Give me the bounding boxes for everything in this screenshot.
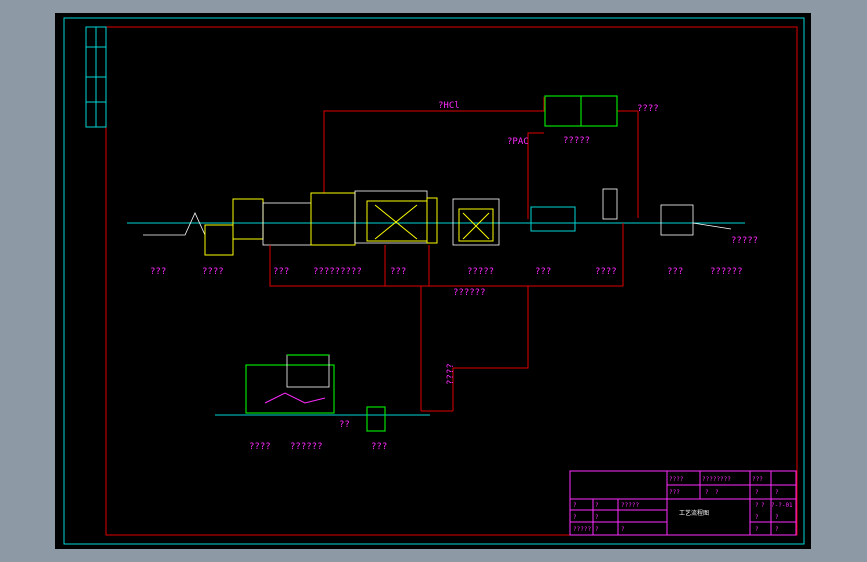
tb-cell: ?	[595, 514, 599, 521]
tb-cell: ?	[573, 502, 577, 509]
unit-label: ???	[273, 267, 289, 277]
vertical-pipe-label: ????	[446, 363, 456, 385]
tb-cell: ?	[755, 514, 759, 521]
bottom-label: ??????	[290, 442, 323, 452]
tb-cell: ????????	[702, 476, 731, 483]
drawing-number: ?-?-01	[771, 502, 793, 509]
sludge-building	[215, 354, 430, 432]
right-small-label: ?????	[731, 236, 758, 246]
tb-cell: ?	[573, 514, 577, 521]
process-flow-diagram: ?HCl ?PAC ???? ????? ????? ?????? ???? ?…	[63, 17, 805, 545]
bottom-label: ????	[249, 442, 271, 452]
unit-label: ?????????	[313, 267, 362, 277]
right-top-label: ????	[637, 104, 659, 114]
tb-cell: ?	[755, 502, 759, 509]
tb-cell: ?????	[573, 526, 591, 533]
unit-label: ???	[667, 267, 683, 277]
left-side-strip	[85, 26, 107, 128]
unit-label: ???	[535, 267, 551, 277]
hcl-label: ?HCl	[438, 101, 460, 111]
unit-label: ????	[202, 267, 224, 277]
tb-cell: ?	[705, 489, 709, 496]
tb-cell: ?	[621, 526, 625, 533]
unit-label: ??????	[710, 267, 743, 277]
tb-cell: ?	[755, 489, 759, 496]
tb-cell: ???	[669, 489, 680, 496]
bottom-label: ??	[339, 420, 350, 430]
tb-cell: ?	[761, 502, 765, 509]
tb-cell: ?????	[621, 502, 639, 509]
main-process-line: ?????	[127, 188, 758, 256]
bottom-label: ???	[371, 442, 387, 452]
unit-label: ???	[150, 267, 166, 277]
tb-cell: ?	[715, 489, 719, 496]
tb-cell: ?	[755, 526, 759, 533]
mid-pipe-label: ??????	[453, 288, 486, 298]
tb-cell: ?	[775, 514, 779, 521]
unit-label: ?????	[467, 267, 494, 277]
sludge-pipeline: ?????? ????	[269, 223, 624, 412]
tb-cell: ???	[752, 476, 763, 483]
tb-cell: ?	[595, 526, 599, 533]
tb-cell: ????	[669, 476, 684, 483]
unit-label: ???	[390, 267, 406, 277]
unit-label: ????	[595, 267, 617, 277]
outer-border	[63, 17, 805, 545]
tb-cell: ?	[775, 526, 779, 533]
drawing-name: 工艺流程图	[679, 509, 709, 517]
tb-cell: ?	[775, 489, 779, 496]
unit-labels: ??? ???? ??? ????????? ??? ????? ??? ???…	[150, 267, 743, 277]
tb-cell: ?	[595, 502, 599, 509]
tank-top-label: ?????	[563, 136, 590, 146]
title-block: ???? ???????? ??? ??? ? ? ? ? ? ? ????? …	[569, 470, 797, 536]
pac-label: ?PAC	[507, 137, 529, 147]
cad-drawing-canvas: ?HCl ?PAC ???? ????? ????? ?????? ???? ?…	[55, 13, 811, 549]
